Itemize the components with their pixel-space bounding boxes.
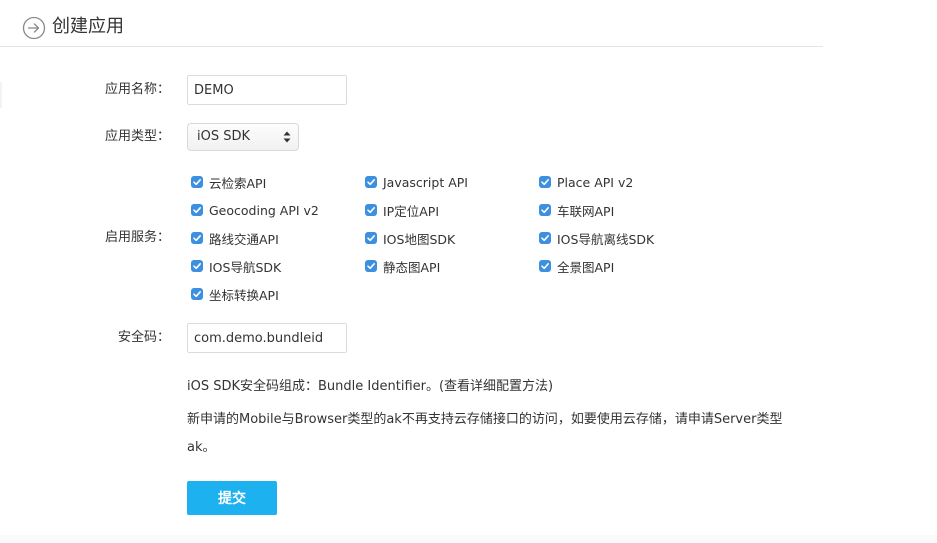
page-header: 创建应用 <box>0 0 823 47</box>
service-option[interactable]: 静态图API <box>365 256 440 276</box>
checkmark-icon <box>367 207 375 214</box>
checkmark-icon <box>193 291 201 298</box>
checkmark-icon <box>541 207 549 214</box>
service-option-label: 静态图API <box>383 259 441 275</box>
app-type-selected-value: iOS SDK <box>197 129 251 144</box>
service-option-label: 路线交通API <box>209 231 279 247</box>
service-option-label: 坐标转换API <box>209 287 279 303</box>
service-checkbox[interactable] <box>191 204 203 216</box>
checkmark-icon <box>193 235 201 242</box>
service-checkbox[interactable] <box>539 232 551 244</box>
service-option-label: IOS地图SDK <box>383 231 456 247</box>
security-code-label: 安全码： <box>117 330 170 345</box>
app-type-label: 应用类型： <box>104 129 170 144</box>
service-checkbox[interactable] <box>365 176 377 188</box>
service-option[interactable]: 路线交通API <box>191 228 279 248</box>
checkmark-icon <box>193 207 201 214</box>
checkmark-icon <box>541 235 549 242</box>
service-checkbox[interactable] <box>191 232 203 244</box>
service-option-label: Geocoding API v2 <box>209 202 319 218</box>
service-option-label: IOS导航离线SDK <box>557 231 655 247</box>
checkmark-icon <box>541 179 549 186</box>
service-option-label: IOS导航SDK <box>209 259 282 275</box>
service-checkbox[interactable] <box>539 204 551 216</box>
service-checkbox[interactable] <box>365 260 377 272</box>
service-option-label: Place API v2 <box>557 174 634 190</box>
checkmark-icon <box>193 263 201 270</box>
service-option-label: 全景图API <box>557 259 615 275</box>
service-checkbox[interactable] <box>365 204 377 216</box>
checkmark-icon <box>367 263 375 270</box>
app-name-label: 应用名称： <box>104 82 170 97</box>
service-checkbox[interactable] <box>191 260 203 272</box>
service-checkbox[interactable] <box>365 232 377 244</box>
service-option-label: Javascript API <box>383 174 468 190</box>
storage-notice-line-2: ak。 <box>187 440 216 455</box>
service-checkbox[interactable] <box>191 176 203 188</box>
service-option[interactable]: Javascript API <box>365 172 468 192</box>
service-option[interactable]: IOS导航离线SDK <box>539 228 654 248</box>
security-code-note: iOS SDK安全码组成：Bundle Identifier。(查看详细配置方法… <box>187 379 554 394</box>
service-option[interactable]: 云检索API <box>191 172 266 192</box>
service-option-label: 车联网API <box>557 203 615 219</box>
select-arrows-icon <box>283 131 291 143</box>
storage-notice-line-1: 新申请的Mobile与Browser类型的ak不再支持云存储接口的访问，如要使用… <box>187 412 783 427</box>
page-title: 创建应用 <box>52 16 124 37</box>
service-option[interactable]: Geocoding API v2 <box>191 200 319 220</box>
service-option[interactable]: 坐标转换API <box>191 284 279 304</box>
service-option[interactable]: 全景图API <box>539 256 614 276</box>
service-option[interactable]: Place API v2 <box>539 172 633 192</box>
service-option-label: 云检索API <box>209 175 267 191</box>
checkmark-icon <box>367 235 375 242</box>
app-name-input[interactable] <box>187 75 347 105</box>
service-checkbox[interactable] <box>191 288 203 300</box>
submit-button[interactable]: 提交 <box>187 481 277 515</box>
arrow-right-circle-icon <box>22 16 46 40</box>
bottom-band <box>0 535 937 543</box>
service-option[interactable]: IOS地图SDK <box>365 228 455 248</box>
checkmark-icon <box>541 263 549 270</box>
services-label: 启用服务： <box>104 230 170 245</box>
service-option[interactable]: IP定位API <box>365 200 439 220</box>
service-option[interactable]: IOS导航SDK <box>191 256 281 276</box>
service-option[interactable]: 车联网API <box>539 200 614 220</box>
service-checkbox[interactable] <box>539 176 551 188</box>
app-type-select[interactable]: iOS SDK <box>187 123 299 151</box>
security-code-input[interactable] <box>187 323 347 353</box>
checkmark-icon <box>193 179 201 186</box>
service-option-label: IP定位API <box>383 203 439 219</box>
service-checkbox[interactable] <box>539 260 551 272</box>
checkmark-icon <box>367 179 375 186</box>
